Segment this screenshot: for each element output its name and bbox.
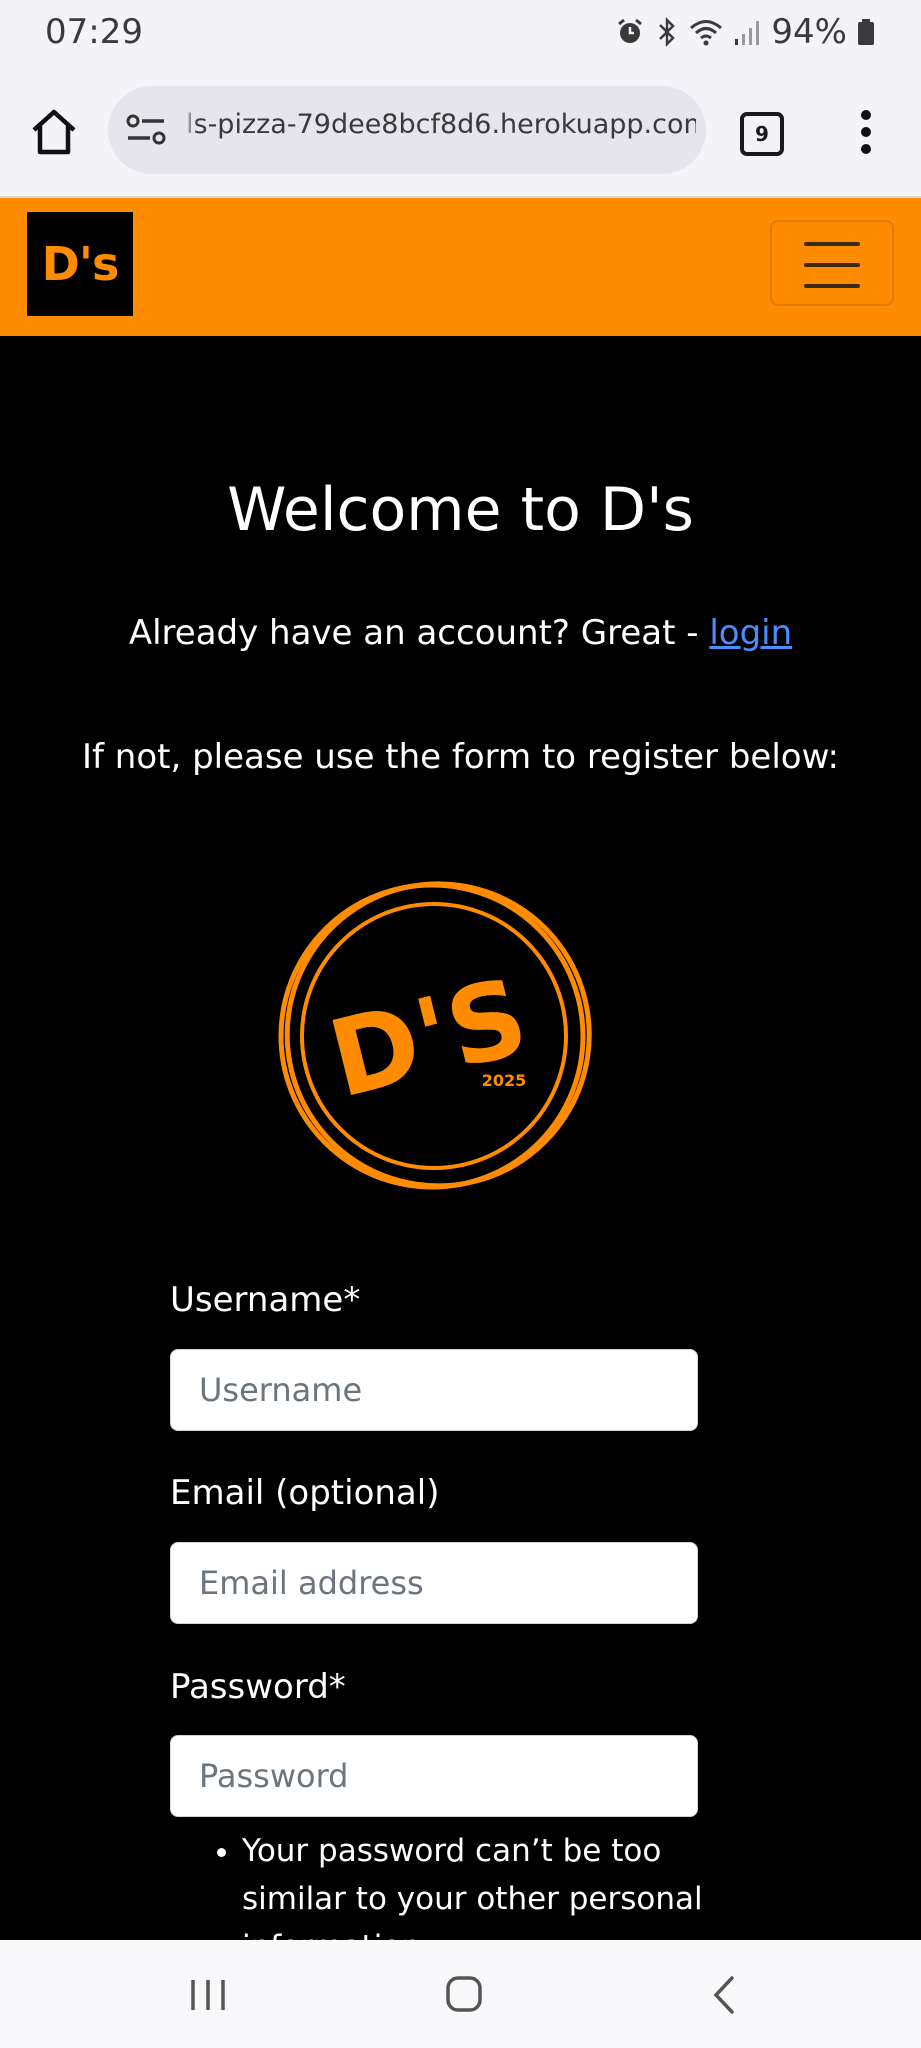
email-label: Email (optional) xyxy=(170,1473,440,1513)
signal-icon xyxy=(735,21,760,45)
bluetooth-icon xyxy=(659,17,676,47)
hamburger-icon xyxy=(804,242,860,246)
page-title: Welcome to D's xyxy=(227,475,694,545)
register-prompt: If not, please use the form to register … xyxy=(81,737,839,777)
more-vert-icon[interactable] xyxy=(856,108,876,156)
system-nav-bar xyxy=(0,1940,921,2048)
recent-apps-icon[interactable] xyxy=(188,1978,228,2012)
hamburger-icon-bar xyxy=(804,263,860,267)
address-bar[interactable]: ls-pizza-79dee8bcf8d6.herokuapp.com xyxy=(108,86,706,174)
login-link[interactable]: login xyxy=(709,613,792,653)
url-text: ls-pizza-79dee8bcf8d6.herokuapp.com xyxy=(186,109,696,140)
account-prompt-text: Already have an account? Great - xyxy=(128,613,710,653)
brand-logo[interactable]: D's xyxy=(27,212,133,316)
site-navbar: D's xyxy=(0,198,921,336)
account-prompt: Already have an account? Great - login xyxy=(0,613,921,653)
password-input[interactable] xyxy=(170,1735,698,1817)
back-icon[interactable] xyxy=(708,1974,738,2016)
logo-text: D'S xyxy=(318,955,539,1122)
url-fade xyxy=(182,106,198,154)
tab-switcher-button[interactable]: 9 xyxy=(740,112,784,156)
home-icon[interactable] xyxy=(28,106,80,158)
status-icons: 94% xyxy=(615,12,875,52)
menu-toggle-button[interactable] xyxy=(770,220,894,306)
home-circle-icon[interactable] xyxy=(444,1974,484,2014)
status-time: 07:29 xyxy=(45,12,143,52)
hamburger-icon-bar xyxy=(804,284,860,288)
site-settings-icon[interactable] xyxy=(126,112,166,148)
username-label: Username* xyxy=(170,1280,361,1320)
logo-year: 2025 xyxy=(482,1071,527,1090)
password-label: Password* xyxy=(170,1667,346,1707)
alarm-icon xyxy=(618,18,643,43)
username-input[interactable] xyxy=(170,1349,698,1431)
wifi-icon xyxy=(690,20,723,46)
battery-icon xyxy=(858,19,874,45)
ds-logo: D'S 2025 xyxy=(278,881,592,1190)
battery-percent: 94% xyxy=(771,12,847,52)
status-bar: 07:29 94% xyxy=(0,0,921,66)
email-input[interactable] xyxy=(170,1542,698,1624)
browser-toolbar: ls-pizza-79dee8bcf8d6.herokuapp.com 9 xyxy=(0,66,921,198)
